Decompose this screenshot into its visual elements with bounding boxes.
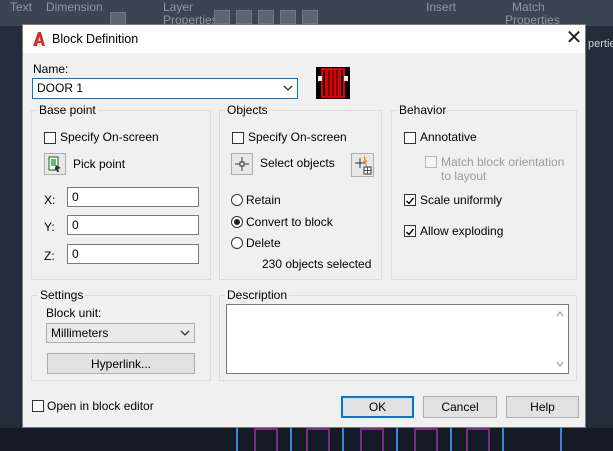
ribbon-tool-icon xyxy=(214,10,230,24)
cancel-button[interactable]: Cancel xyxy=(423,396,497,418)
allow-exploding-checkbox[interactable] xyxy=(404,225,416,237)
y-label: Y: xyxy=(44,220,55,234)
drawing-line xyxy=(342,428,344,451)
match-orientation-label: Match block orientation xyxy=(441,155,565,169)
ok-button[interactable]: OK xyxy=(341,396,414,418)
base-point-title: Base point xyxy=(37,103,98,117)
retain-label: Retain xyxy=(246,193,281,207)
select-objects-button[interactable] xyxy=(231,153,253,175)
description-textarea[interactable] xyxy=(226,304,569,374)
base-specify-onscreen-label: Specify On-screen xyxy=(60,130,159,144)
drawing-line xyxy=(502,428,504,451)
drawing-door-block xyxy=(254,428,278,451)
ribbon-layer-label: Layer xyxy=(163,0,194,14)
close-button[interactable]: ✕ xyxy=(563,27,585,49)
chevron-up-icon[interactable] xyxy=(556,311,564,317)
drawing-line xyxy=(450,428,452,451)
description-scrollbar[interactable] xyxy=(552,305,568,373)
drawing-line xyxy=(396,428,398,451)
objects-title: Objects xyxy=(225,103,270,117)
delete-label: Delete xyxy=(246,236,281,250)
right-panel-background xyxy=(586,26,613,451)
objects-specify-onscreen-label: Specify On-screen xyxy=(248,130,347,144)
checkmark-icon xyxy=(406,228,415,236)
select-objects-label: Select objects xyxy=(260,156,335,170)
drawing-door-block xyxy=(360,428,384,451)
name-value: DOOR 1 xyxy=(37,81,84,95)
x-input[interactable]: 0 xyxy=(67,187,199,207)
delete-radio[interactable] xyxy=(231,237,243,249)
pick-point-icon xyxy=(48,156,61,172)
dialog-titlebar: Block Definition ✕ xyxy=(23,25,585,53)
chevron-down-icon xyxy=(283,85,293,91)
open-block-editor-label: Open in block editor xyxy=(47,399,154,413)
drawing-line xyxy=(560,428,562,451)
ribbon-match-label: Match xyxy=(512,0,545,14)
block-definition-dialog: Block Definition ✕ Name: DOOR 1 Base poi… xyxy=(22,24,586,428)
checkmark-icon xyxy=(406,197,415,205)
base-specify-onscreen-checkbox[interactable] xyxy=(44,132,56,144)
objects-specify-onscreen-checkbox[interactable] xyxy=(232,132,244,144)
autocad-logo-icon xyxy=(33,32,45,46)
chevron-down-icon xyxy=(180,330,190,336)
drawing-door-block xyxy=(466,428,490,451)
drawing-door-block xyxy=(306,428,330,451)
settings-title: Settings xyxy=(38,288,86,302)
left-panel-background xyxy=(0,26,22,451)
quick-select-icon xyxy=(355,155,372,175)
name-label: Name: xyxy=(33,62,69,76)
block-unit-value: Millimeters xyxy=(51,326,109,340)
ribbon-tool-icon xyxy=(258,10,274,24)
annotative-label: Annotative xyxy=(420,130,477,144)
ribbon-tool-icon xyxy=(236,10,252,24)
drawing-door-block xyxy=(414,428,438,451)
convert-to-block-label: Convert to block xyxy=(246,215,333,229)
pick-point-label: Pick point xyxy=(73,157,126,171)
hyperlink-button[interactable]: Hyperlink... xyxy=(47,353,195,374)
x-label: X: xyxy=(44,193,56,207)
description-title: Description xyxy=(225,288,290,302)
objects-selected-status: 230 objects selected xyxy=(262,257,372,271)
pick-point-button[interactable] xyxy=(44,153,66,175)
ribbon-dimension-label: Dimension xyxy=(46,0,103,14)
z-label: Z: xyxy=(44,249,55,263)
name-combobox[interactable]: DOOR 1 xyxy=(32,78,298,99)
annotative-checkbox[interactable] xyxy=(404,132,416,144)
block-unit-select[interactable]: Millimeters xyxy=(46,323,195,343)
help-button[interactable]: Help xyxy=(506,396,579,418)
open-block-editor-checkbox[interactable] xyxy=(32,400,44,412)
retain-radio[interactable] xyxy=(231,194,243,206)
z-input[interactable]: 0 xyxy=(67,244,199,264)
match-orientation-checkbox[interactable] xyxy=(425,156,437,168)
scale-uniformly-label: Scale uniformly xyxy=(420,193,503,207)
quick-select-button[interactable] xyxy=(351,153,374,177)
ribbon-insert-label: Insert xyxy=(426,0,457,14)
properties-side-label: perties xyxy=(588,38,613,50)
ribbon-text-label: Text xyxy=(10,0,33,14)
block-preview-icon xyxy=(316,67,350,99)
block-unit-label: Block unit: xyxy=(46,306,102,320)
dialog-title: Block Definition xyxy=(52,32,139,46)
crosshair-icon xyxy=(235,157,249,171)
chevron-down-icon[interactable] xyxy=(556,361,564,367)
ribbon-tool-icon xyxy=(280,10,296,24)
scale-uniformly-checkbox[interactable] xyxy=(404,194,416,206)
allow-exploding-label: Allow exploding xyxy=(420,224,504,238)
convert-to-block-radio[interactable] xyxy=(231,216,243,228)
y-input[interactable]: 0 xyxy=(67,215,199,235)
drawing-line xyxy=(290,428,292,451)
drawing-line xyxy=(236,428,238,451)
ribbon-tool-icon xyxy=(302,10,318,24)
match-orientation-label-2: to layout xyxy=(441,169,487,183)
behavior-title: Behavior xyxy=(397,103,449,117)
